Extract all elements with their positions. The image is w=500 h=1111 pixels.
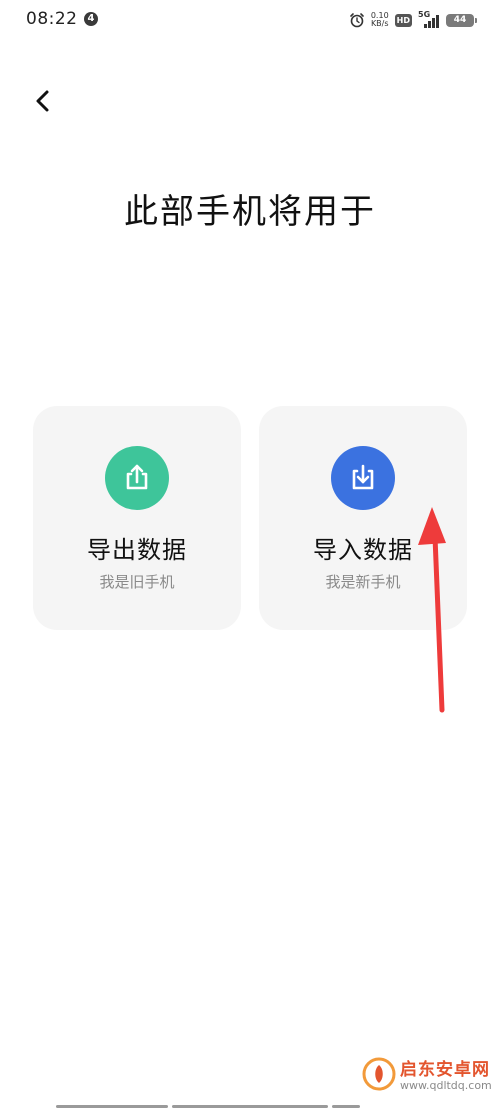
export-icon-circle xyxy=(105,446,169,510)
watermark-title: 启东安卓网 xyxy=(400,1060,490,1080)
battery-icon: 44 xyxy=(446,13,477,27)
import-data-title: 导入数据 xyxy=(313,536,413,564)
status-time: 08:22 xyxy=(26,9,78,29)
export-data-card[interactable]: 导出数据 我是旧手机 xyxy=(33,406,241,630)
notification-count-badge: 4 xyxy=(84,12,98,26)
export-data-subtitle: 我是旧手机 xyxy=(99,573,175,591)
status-bar: 08:22 4 0.10 KB/s HD 5G 44 xyxy=(0,0,500,40)
export-data-title: 导出数据 xyxy=(87,536,187,564)
watermark-logo-icon xyxy=(362,1057,396,1091)
back-button[interactable] xyxy=(28,86,58,116)
share-out-icon xyxy=(126,464,148,490)
net-speed-unit: KB/s xyxy=(370,19,389,28)
status-icons: 0.10 KB/s HD 5G 44 xyxy=(349,10,477,30)
import-data-subtitle: 我是新手机 xyxy=(325,573,401,591)
home-indicator[interactable] xyxy=(56,1105,360,1108)
import-icon-circle xyxy=(331,446,395,510)
screen: 08:22 4 0.10 KB/s HD 5G 44 此部手机将用于 导出数据 … xyxy=(0,0,500,1111)
hd-badge: HD xyxy=(394,13,412,27)
alarm-icon xyxy=(350,13,364,28)
page-title: 此部手机将用于 xyxy=(124,192,376,232)
import-data-card[interactable]: 导入数据 我是新手机 xyxy=(259,406,467,630)
site-watermark: 启东安卓网 www.qdltdq.com xyxy=(362,1053,492,1097)
download-into-tray-icon xyxy=(352,464,374,490)
watermark-url: www.qdltdq.com xyxy=(400,1079,492,1092)
signal-icon: 5G xyxy=(418,10,440,28)
net-speed: 0.10 KB/s xyxy=(371,12,389,28)
chevron-left-icon xyxy=(36,90,49,112)
